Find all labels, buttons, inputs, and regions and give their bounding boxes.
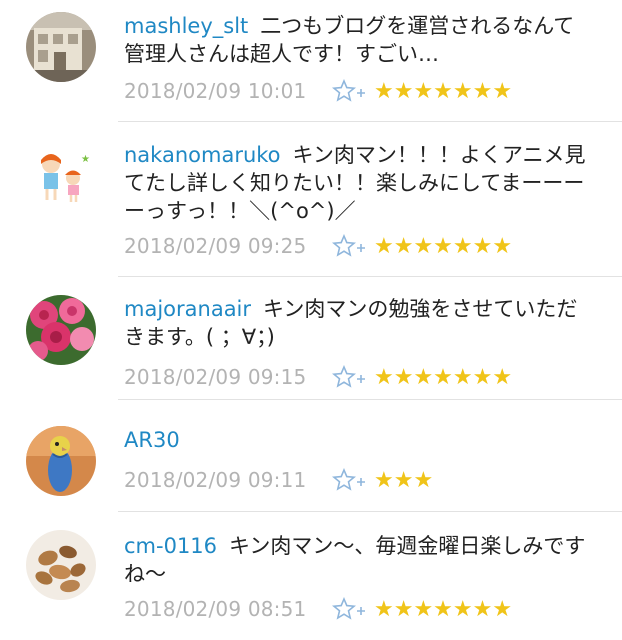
comment-item: cm-0116 キン肉マン〜、毎週金曜日楽しみですね〜 2018/02/09 08… [0, 512, 622, 640]
add-star-icon[interactable] [332, 79, 366, 103]
comment-body: cm-0116 キン肉マン〜、毎週金曜日楽しみですね〜 [124, 532, 594, 588]
comment-meta: 2018/02/09 10:01 ★★★★★★★ [124, 76, 512, 106]
star-rating[interactable]: ★★★ [374, 468, 433, 493]
comment-meta: 2018/02/09 09:25 ★★★★★★★ [124, 231, 512, 261]
star-rating[interactable]: ★★★★★★★ [374, 597, 512, 622]
username-link[interactable]: nakanomaruko [124, 143, 281, 167]
comment-body: majoranaair キン肉マンの勉強をさせていただきます。( ；∀；) [124, 295, 594, 351]
star-rating[interactable]: ★★★★★★★ [374, 79, 512, 104]
house-photo-icon[interactable] [26, 12, 96, 82]
comment-body: mashley_slt 二つもブログを運営されるなんて管理人さんは超人です！すごい… [124, 12, 594, 68]
parakeet-photo-icon[interactable] [26, 426, 96, 496]
star-rating[interactable]: ★★★★★★★ [374, 234, 512, 259]
comment-meta: 2018/02/09 09:15 ★★★★★★★ [124, 362, 512, 392]
username-link[interactable]: cm-0116 [124, 534, 217, 558]
star-rating[interactable]: ★★★★★★★ [374, 365, 512, 390]
add-star-icon[interactable] [332, 468, 366, 492]
add-star-icon[interactable] [332, 234, 366, 258]
comment-item: mashley_slt 二つもブログを運営されるなんて管理人さんは超人です！すごい… [0, 0, 622, 122]
timestamp: 2018/02/09 09:15 [124, 365, 307, 389]
timestamp: 2018/02/09 10:01 [124, 79, 307, 103]
username-link[interactable]: mashley_slt [124, 14, 248, 38]
username-link[interactable]: AR30 [124, 428, 180, 452]
timestamp: 2018/02/09 09:11 [124, 468, 307, 492]
add-star-icon[interactable] [332, 597, 366, 621]
comment-item: AR30 2018/02/09 09:11 ★★★ [0, 400, 622, 512]
timestamp: 2018/02/09 09:25 [124, 234, 307, 258]
roses-photo-icon[interactable] [26, 295, 96, 365]
username-link[interactable]: majoranaair [124, 297, 251, 321]
comment-item: ★ nakanomaruko キン肉マン！！！よくアニメ見てたし詳しく知りたい！！… [0, 122, 622, 277]
comment-body: nakanomaruko キン肉マン！！！よくアニメ見てたし詳しく知りたい！！楽し… [124, 141, 594, 225]
add-star-icon[interactable] [332, 365, 366, 389]
nuts-photo-icon[interactable] [26, 530, 96, 600]
comment-body: AR30 [124, 426, 594, 454]
kids-illustration-icon[interactable]: ★ [26, 142, 96, 212]
comment-item: majoranaair キン肉マンの勉強をさせていただきます。( ；∀；) 201… [0, 277, 622, 400]
comment-feed: mashley_slt 二つもブログを運営されるなんて管理人さんは超人です！すごい… [0, 0, 622, 640]
comment-meta: 2018/02/09 08:51 ★★★★★★★ [124, 594, 512, 624]
svg-text:★: ★ [81, 154, 90, 165]
comment-meta: 2018/02/09 09:11 ★★★ [124, 465, 433, 495]
timestamp: 2018/02/09 08:51 [124, 597, 307, 621]
